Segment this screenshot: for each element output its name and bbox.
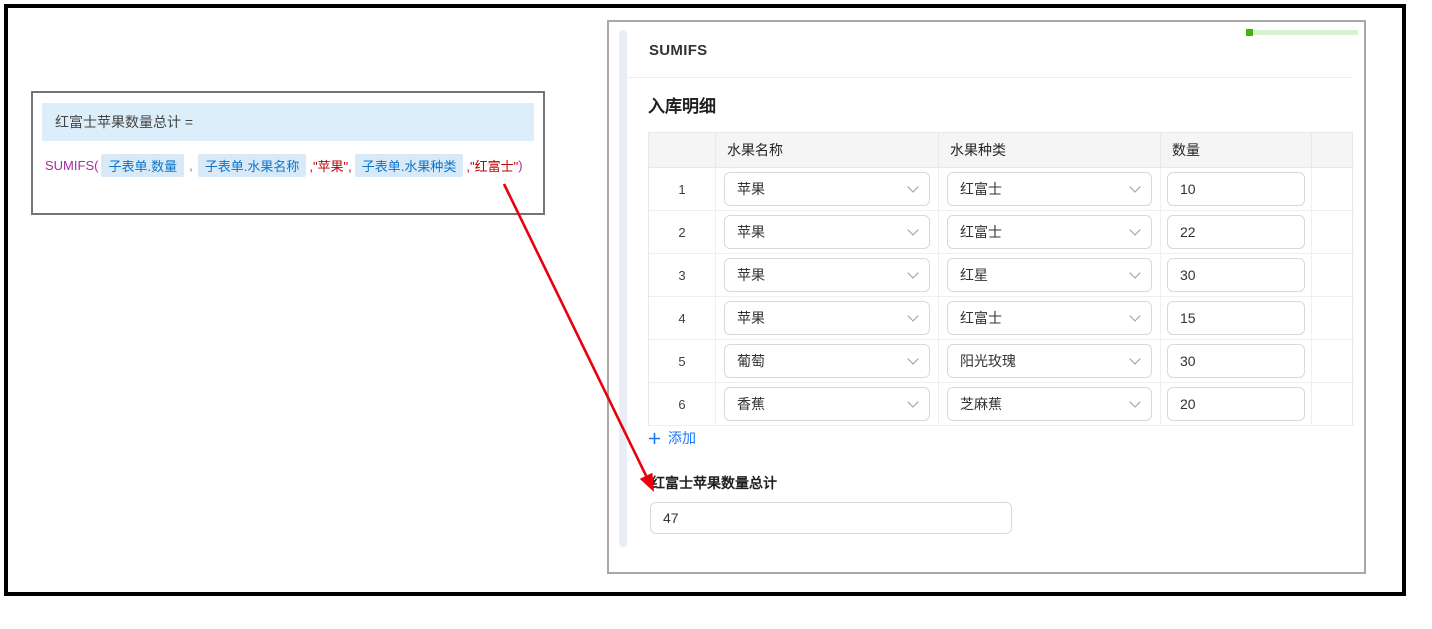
fruit-type-value: 红星	[960, 265, 988, 285]
row-index: 2	[649, 211, 716, 254]
chevron-down-icon	[1129, 181, 1140, 192]
chevron-down-icon	[907, 353, 918, 364]
fruit-type-value: 芝麻蕉	[960, 394, 1002, 414]
formula-string-literal: ,"红富士"	[466, 156, 518, 175]
fruit-type-select[interactable]: 红富士	[947, 215, 1152, 249]
fruit-type-select[interactable]: 红富士	[947, 301, 1152, 335]
quantity-input[interactable]	[1167, 172, 1305, 206]
row-index: 3	[649, 254, 716, 297]
quantity-input[interactable]	[1167, 215, 1305, 249]
chevron-down-icon	[907, 181, 918, 192]
chevron-down-icon	[1129, 267, 1140, 278]
page: 红富士苹果数量总计 = SUMIFS(子表单.数量, 子表单.水果名称,"苹果",…	[0, 0, 1432, 629]
fruit-name-select[interactable]: 苹果	[724, 301, 930, 335]
fruit-type-value: 阳光玫瑰	[960, 351, 1016, 371]
add-row-label: 添加	[668, 428, 696, 448]
column-header-fruit-name: 水果名称	[716, 133, 939, 168]
quantity-input[interactable]	[1167, 344, 1305, 378]
column-header-fruit-type: 水果种类	[939, 133, 1161, 168]
chevron-down-icon	[907, 267, 918, 278]
result-label: 红富士苹果数量总计	[651, 473, 777, 493]
panel-title: SUMIFS	[649, 42, 707, 59]
quantity-input[interactable]	[1167, 301, 1305, 335]
row-extra-cell	[1312, 254, 1354, 297]
chevron-down-icon	[907, 224, 918, 235]
fruit-name-value: 葡萄	[737, 351, 765, 371]
column-header-extra	[1312, 133, 1354, 168]
fruit-type-value: 红富士	[960, 179, 1002, 199]
fruit-name-value: 苹果	[737, 308, 765, 328]
subform-title: 入库明细	[648, 92, 716, 117]
formula-function: )	[518, 158, 522, 173]
table-row: 1 苹果 红富士	[649, 168, 1352, 211]
row-extra-cell	[1312, 297, 1354, 340]
row-index: 5	[649, 340, 716, 383]
formula-box: 红富士苹果数量总计 = SUMIFS(子表单.数量, 子表单.水果名称,"苹果",…	[31, 91, 545, 215]
formula-field-token: 子表单.数量	[101, 154, 184, 177]
fruit-name-select[interactable]: 葡萄	[724, 344, 930, 378]
formula-expression: SUMIFS(子表单.数量, 子表单.水果名称,"苹果",子表单.水果种类,"红富…	[42, 141, 534, 177]
chevron-down-icon	[1129, 396, 1140, 407]
chevron-down-icon	[1129, 224, 1140, 235]
fruit-name-value: 苹果	[737, 179, 765, 199]
formula-comma: ,	[189, 158, 193, 173]
fruit-type-select[interactable]: 芝麻蕉	[947, 387, 1152, 421]
table-row: 5 葡萄 阳光玫瑰	[649, 340, 1352, 383]
fruit-name-select[interactable]: 苹果	[724, 215, 930, 249]
add-row-button[interactable]: 添加	[648, 428, 696, 448]
row-extra-cell	[1312, 211, 1354, 254]
fruit-type-value: 红富士	[960, 222, 1002, 242]
table-header: 水果名称 水果种类 数量	[649, 133, 1352, 168]
chevron-down-icon	[1129, 310, 1140, 321]
result-input[interactable]	[650, 502, 1012, 534]
fruit-name-select[interactable]: 苹果	[724, 172, 930, 206]
formula-field-token: 子表单.水果种类	[355, 154, 464, 177]
fruit-type-select[interactable]: 红富士	[947, 172, 1152, 206]
table-row: 6 香蕉 芝麻蕉	[649, 383, 1352, 426]
chevron-down-icon	[1129, 353, 1140, 364]
table-row: 4 苹果 红富士	[649, 297, 1352, 340]
row-index: 6	[649, 383, 716, 426]
fruit-type-value: 红富士	[960, 308, 1002, 328]
table-row: 2 苹果 红富士	[649, 211, 1352, 254]
formula-string-literal: ,"苹果",	[309, 156, 351, 175]
column-header-index	[649, 133, 716, 168]
chevron-down-icon	[907, 396, 918, 407]
formula-field-token: 子表单.水果名称	[198, 154, 307, 177]
subform-table: 水果名称 水果种类 数量 1 苹果 红富士 2	[648, 132, 1353, 426]
formula-target-field: 红富士苹果数量总计 =	[42, 103, 534, 141]
quantity-input[interactable]	[1167, 258, 1305, 292]
panel-scrollbar[interactable]	[619, 30, 627, 547]
fruit-type-select[interactable]: 红星	[947, 258, 1152, 292]
fruit-name-select[interactable]: 苹果	[724, 258, 930, 292]
formula-function: SUMIFS(	[45, 158, 98, 173]
plus-icon	[648, 432, 661, 445]
row-index: 4	[649, 297, 716, 340]
fruit-name-select[interactable]: 香蕉	[724, 387, 930, 421]
fruit-name-value: 苹果	[737, 265, 765, 285]
column-header-quantity: 数量	[1161, 133, 1312, 168]
progress-indicator	[1247, 30, 1358, 35]
fruit-name-value: 香蕉	[737, 394, 765, 414]
chevron-down-icon	[907, 310, 918, 321]
fruit-type-select[interactable]: 阳光玫瑰	[947, 344, 1152, 378]
row-extra-cell	[1312, 168, 1354, 211]
progress-indicator-head	[1246, 29, 1253, 36]
divider	[621, 77, 1352, 78]
fruit-name-value: 苹果	[737, 222, 765, 242]
row-extra-cell	[1312, 383, 1354, 426]
table-body: 1 苹果 红富士 2 苹果 红富士	[649, 168, 1352, 426]
quantity-input[interactable]	[1167, 387, 1305, 421]
row-index: 1	[649, 168, 716, 211]
row-extra-cell	[1312, 340, 1354, 383]
table-row: 3 苹果 红星	[649, 254, 1352, 297]
form-panel: SUMIFS 入库明细 水果名称 水果种类 数量 1 苹果 红富士	[607, 20, 1366, 574]
